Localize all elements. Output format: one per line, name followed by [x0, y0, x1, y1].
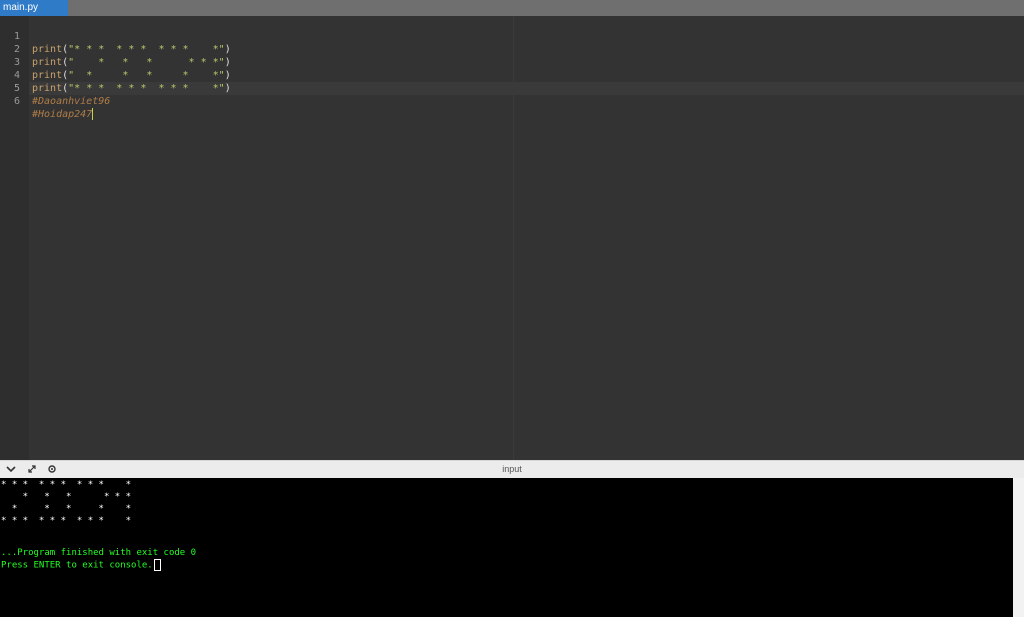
code-line[interactable]: 4 print("* * * * * * * * * *") — [0, 56, 1024, 94]
code-line[interactable]: 2 print(" * * * * * *") — [0, 30, 1024, 68]
console-output[interactable]: * * * * * * * * * * * * * * * * * * * * … — [0, 478, 1013, 617]
tab-bar: main.py — [0, 0, 1024, 16]
console-scrollbar[interactable] — [1013, 478, 1024, 617]
output-line: * * * * * * * * * * — [1, 480, 132, 490]
code-line[interactable]: 5 #Daoanhviet96 — [0, 69, 1024, 107]
output-line: * * * * * * * * * * — [1, 516, 132, 526]
text-cursor — [92, 108, 94, 120]
prompt-text: Press ENTER to exit console. — [1, 560, 153, 571]
output-line: * * * * * — [1, 504, 132, 514]
comment: #Daoanhviet96 — [32, 96, 111, 107]
console-prompt: Press ENTER to exit console. — [1, 559, 161, 572]
code-editor[interactable]: 1 print("* * * * * * * * * *") 2 print("… — [0, 16, 1024, 460]
code-line[interactable]: 3 print(" * * * * *") — [0, 43, 1024, 81]
output-line: * * * * * * — [1, 492, 132, 502]
console-toolbar: input — [0, 460, 1024, 478]
terminal-cursor — [153, 559, 161, 571]
tab-main-py[interactable]: main.py — [0, 0, 68, 16]
code-line[interactable]: 1 print("* * * * * * * * * *") — [0, 17, 1024, 55]
code-line[interactable]: 6 #Hoidap247 — [0, 82, 1024, 120]
exit-status-line: ...Program finished with exit code 0 — [1, 548, 197, 558]
console-title: input — [502, 464, 522, 474]
comment: #Hoidap247 — [32, 109, 93, 120]
line-number: 6 — [13, 96, 20, 107]
